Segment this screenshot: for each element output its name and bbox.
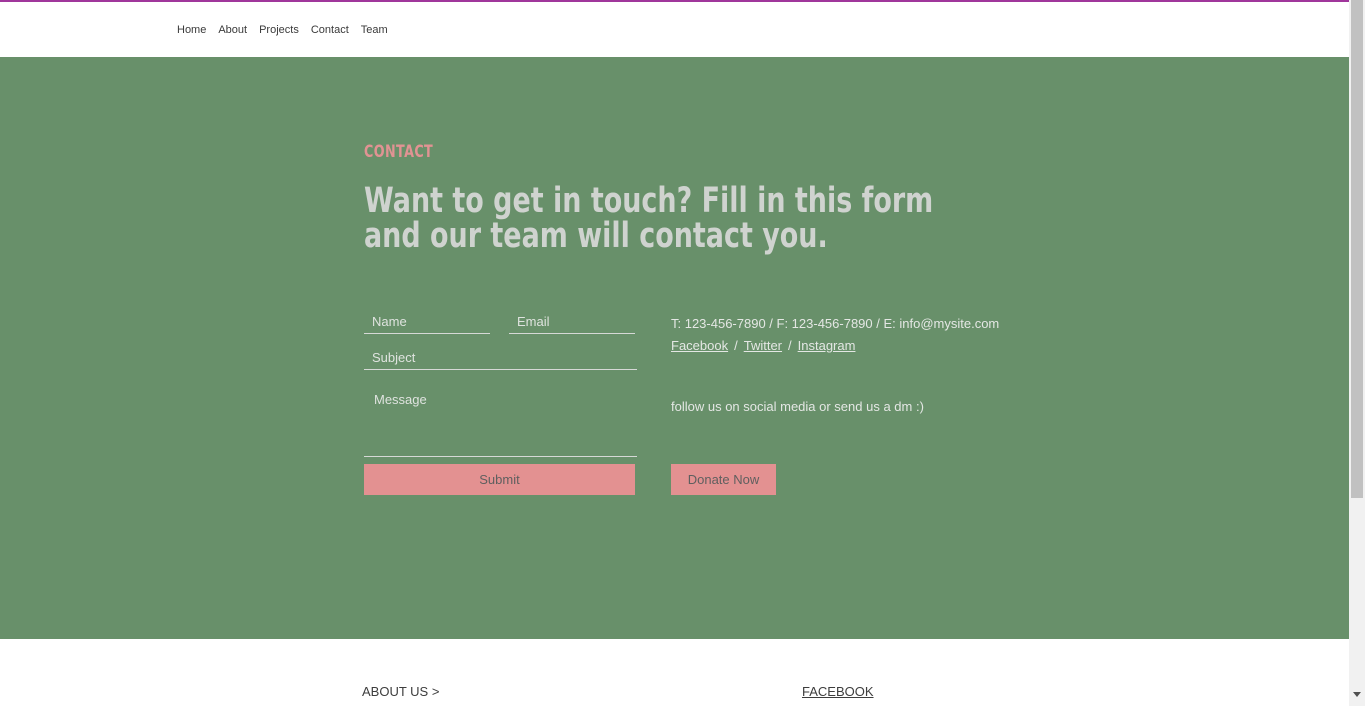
site-footer: ABOUT US > FACEBOOK [0,639,1349,706]
donate-button[interactable]: Donate Now [671,464,776,495]
social-links: Facebook / Twitter / Instagram [671,339,855,353]
twitter-link[interactable]: Twitter [744,338,782,353]
scroll-down-arrow-icon[interactable] [1353,692,1361,697]
section-label: CONTACT [364,142,434,162]
nav-item-contact[interactable]: Contact [305,23,355,37]
nav-item-team[interactable]: Team [355,23,394,37]
page-title: Want to get in touch? Fill in this form … [364,181,934,256]
message-textarea[interactable] [364,384,637,457]
nav-item-projects[interactable]: Projects [253,23,305,37]
about-us-link[interactable]: ABOUT US > [362,684,439,699]
link-separator: / [788,338,792,353]
link-separator: / [734,338,738,353]
footer-facebook-link[interactable]: FACEBOOK [802,684,874,699]
follow-text: follow us on social media or send us a d… [671,399,924,414]
facebook-link[interactable]: Facebook [671,338,728,353]
instagram-link[interactable]: Instagram [798,338,856,353]
subject-input[interactable] [364,345,637,370]
page-scrollbar[interactable] [1349,0,1365,706]
email-input[interactable] [509,309,635,334]
contact-details: T: 123-456-7890 / F: 123-456-7890 / E: i… [671,316,1000,331]
main-nav: Home About Projects Contact Team [171,23,394,37]
site-header: Home About Projects Contact Team [0,2,1349,57]
submit-button[interactable]: Submit [364,464,635,495]
name-input[interactable] [364,309,490,334]
scrollbar-thumb[interactable] [1351,0,1363,498]
nav-item-about[interactable]: About [212,23,253,37]
nav-item-home[interactable]: Home [171,23,212,37]
